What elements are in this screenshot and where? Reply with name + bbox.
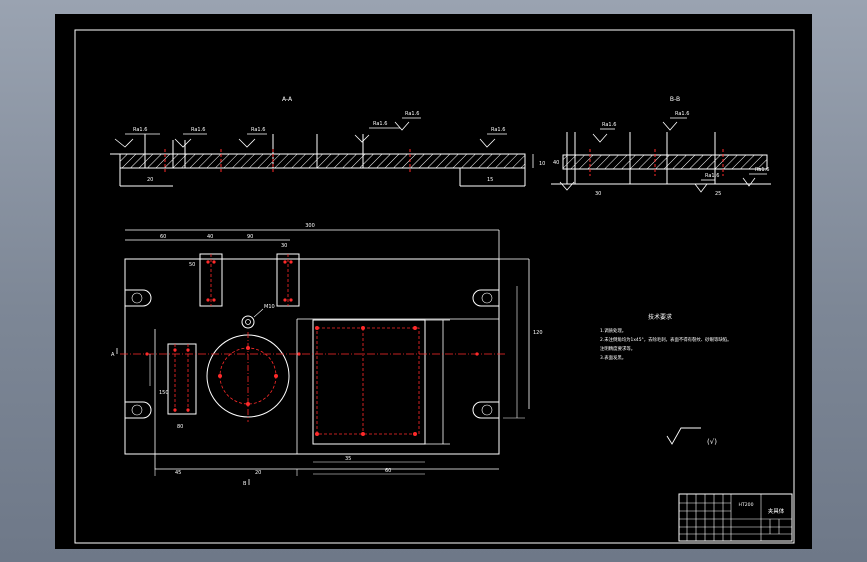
svg-text:40: 40 [207,234,213,240]
svg-text:25: 25 [715,191,721,197]
svg-text:30: 30 [595,191,601,197]
svg-text:Ra1.6: Ra1.6 [602,122,616,128]
left-section-title: A-A [282,96,293,103]
svg-text:10: 10 [539,161,545,167]
surface-symbol-label: (√) [707,438,717,446]
svg-text:Ra1.6: Ra1.6 [491,127,505,133]
svg-text:50: 50 [189,262,195,268]
svg-text:Ra1.6: Ra1.6 [373,121,387,127]
callout-label: M10 [264,304,275,310]
tech-req-heading: 技术要求 [648,313,672,321]
svg-text:45: 45 [175,470,181,476]
drawing-sheet[interactable]: A-A Ra1.6 Ra1.6 Ra1.6 Ra1.6 Ra1.6 Ra1.6 … [55,14,812,549]
left-section-hatch [119,153,526,169]
section-mark-b: B [243,481,247,487]
svg-text:60: 60 [160,234,166,240]
tech-req-line-3: 注明精度要求等。 [600,345,635,352]
tech-req-line-4: 3.表面发黑。 [600,354,626,361]
svg-text:Ra1.6: Ra1.6 [191,127,205,133]
right-section-title: B-B [670,96,680,103]
svg-text:Ra1.6: Ra1.6 [755,167,769,173]
svg-text:80: 80 [177,424,183,430]
tech-req-line-1: 1.调质处理。 [600,327,626,334]
svg-text:35: 35 [345,456,351,462]
svg-text:Ra1.6: Ra1.6 [705,173,719,179]
svg-text:150: 150 [159,390,169,396]
svg-text:120: 120 [533,330,543,336]
section-mark-a: A [111,352,115,358]
cad-viewport[interactable]: A-A Ra1.6 Ra1.6 Ra1.6 Ra1.6 Ra1.6 Ra1.6 … [0,0,867,562]
title-part-name: 夹具体 [768,507,785,515]
svg-text:90: 90 [247,234,253,240]
svg-text:Ra1.6: Ra1.6 [251,127,265,133]
svg-text:20: 20 [147,177,153,183]
overall-width-dim: 300 [305,223,315,229]
svg-text:60: 60 [385,468,391,474]
svg-text:15: 15 [487,177,493,183]
svg-text:Ra1.6: Ra1.6 [133,127,147,133]
svg-text:30: 30 [281,243,287,249]
right-section-hatch [562,154,768,170]
svg-text:20: 20 [255,470,261,476]
title-material: HT200 [738,502,753,508]
svg-text:Ra1.6: Ra1.6 [405,111,419,117]
tech-req-line-2: 2.未注倒角均为1x45°，去除毛刺，表面不得有裂纹、砂眼等缺陷。 [600,336,732,343]
svg-text:40: 40 [553,160,559,166]
svg-text:Ra1.6: Ra1.6 [675,111,689,117]
